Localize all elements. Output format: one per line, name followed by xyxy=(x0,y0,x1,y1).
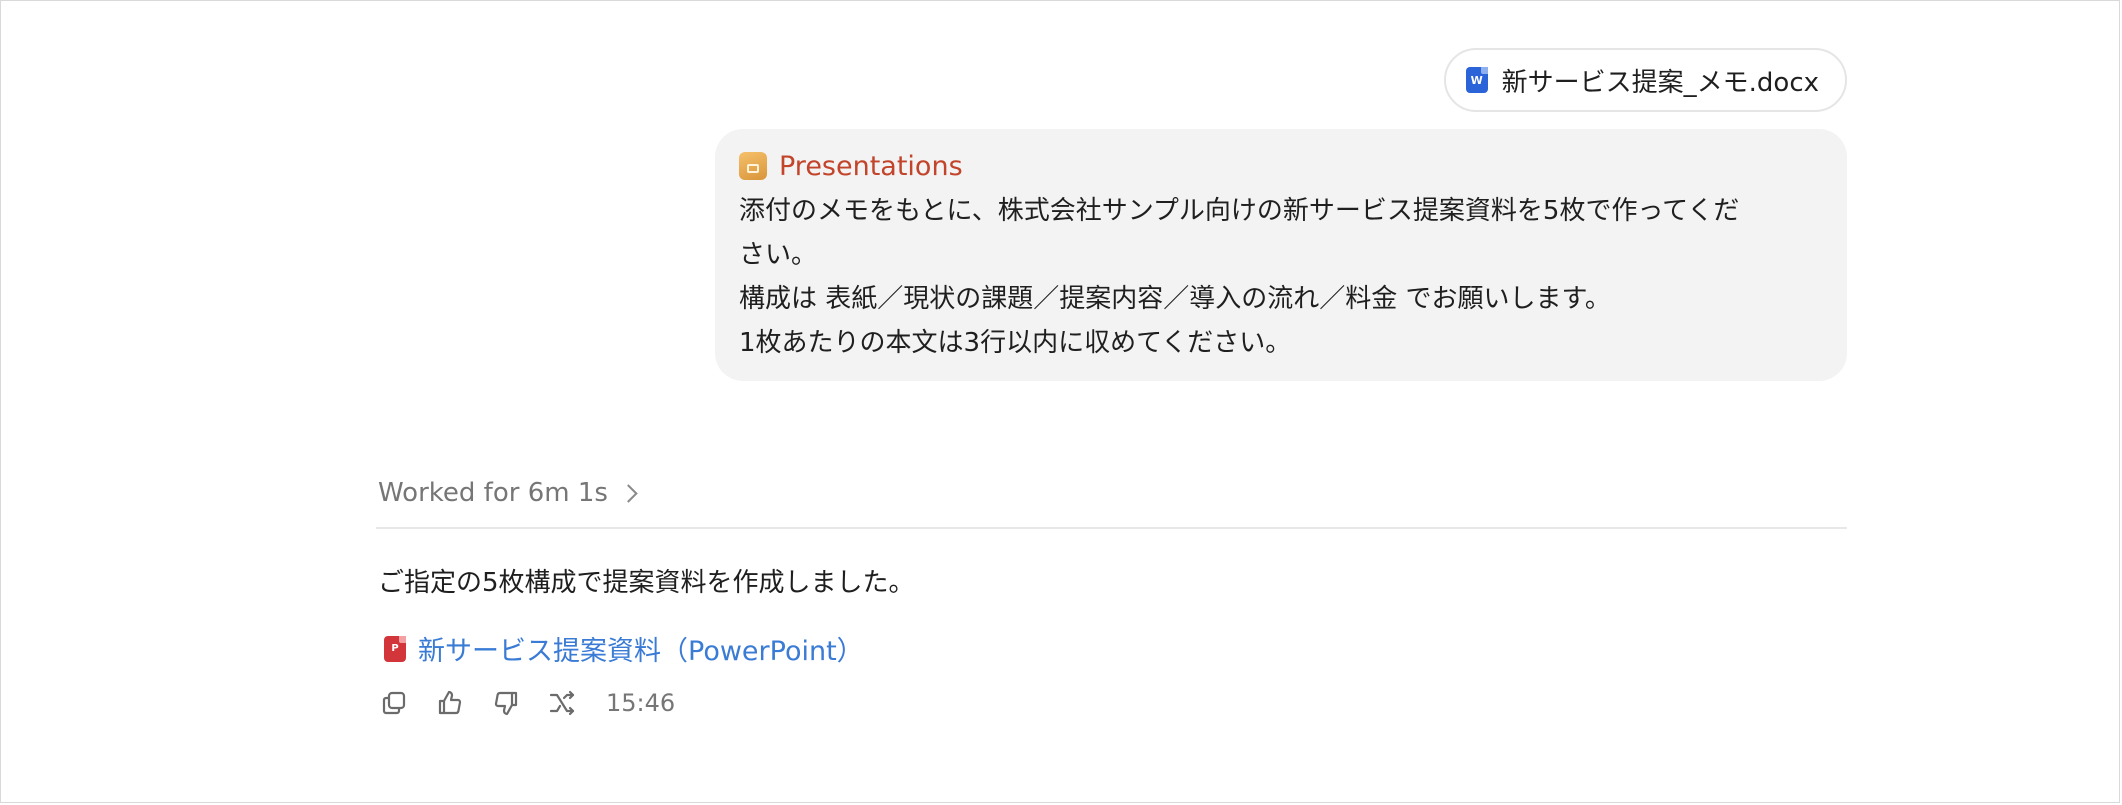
generated-file-link[interactable]: P 新サービス提案資料（PowerPoint） xyxy=(384,629,864,668)
user-message-line: 1枚あたりの本文は3行以内に収めてください。 xyxy=(739,328,1292,358)
assistant-reply: ご指定の5枚構成で提案資料を作成しました。 xyxy=(378,568,915,598)
worked-for-label: Worked for 6m 1s xyxy=(378,478,608,508)
user-message-text: 添付のメモをもとに、株式会社サンプル向けの新サービス提案資料を5枚で作ってくだ … xyxy=(739,189,1821,365)
divider xyxy=(376,527,1847,529)
attachment-chip[interactable]: W 新サービス提案_メモ.docx xyxy=(1443,48,1847,112)
thumbs-down-icon xyxy=(494,691,518,716)
share-button[interactable] xyxy=(546,685,578,721)
message-timestamp: 15:46 xyxy=(606,689,676,717)
chevron-right-icon xyxy=(619,484,638,503)
presentations-icon xyxy=(739,152,767,180)
thumbs-up-button[interactable] xyxy=(434,685,466,721)
user-message-line: さい。 xyxy=(739,240,818,270)
user-message-bubble: Presentations 添付のメモをもとに、株式会社サンプル向けの新サービス… xyxy=(715,129,1847,381)
powerpoint-icon: P xyxy=(384,635,406,662)
user-message-line: 添付のメモをもとに、株式会社サンプル向けの新サービス提案資料を5枚で作ってくだ xyxy=(739,196,1740,226)
thumbs-up-icon xyxy=(438,690,462,715)
tool-tag[interactable]: Presentations xyxy=(739,147,1821,185)
copy-icon xyxy=(382,691,406,715)
copy-button[interactable] xyxy=(378,685,410,721)
user-message-line: 構成は 表紙／現状の課題／提案内容／導入の流れ／料金 でお願いします。 xyxy=(739,284,1611,314)
worked-for-toggle[interactable]: Worked for 6m 1s xyxy=(378,478,638,508)
share-icon xyxy=(549,690,575,716)
window-frame xyxy=(0,0,2120,803)
word-doc-icon: W xyxy=(1465,67,1488,93)
file-link-label: 新サービス提案資料（PowerPoint） xyxy=(418,636,864,667)
thumbs-down-button[interactable] xyxy=(490,685,522,721)
tool-label: Presentations xyxy=(779,150,963,182)
message-actions: 15:46 xyxy=(378,685,675,721)
attachment-filename: 新サービス提案_メモ.docx xyxy=(1501,67,1819,98)
